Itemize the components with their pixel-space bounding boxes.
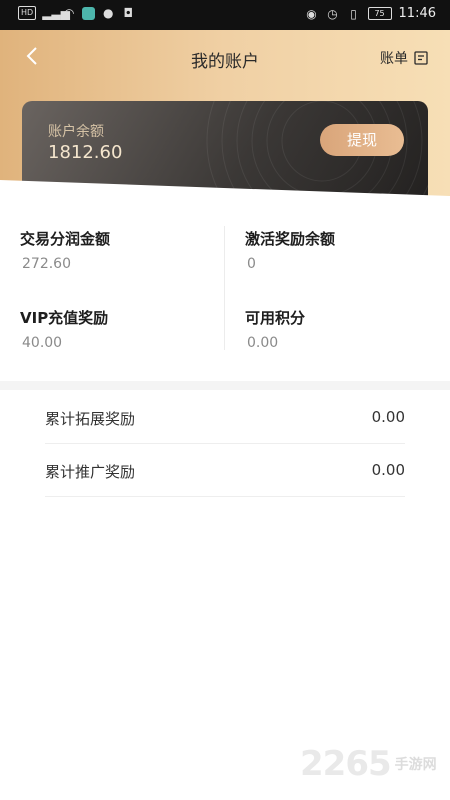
status-right: ◉ ◷ ▯ 75 11:46 [305, 6, 436, 21]
stat-title: 可用积分 [245, 309, 306, 327]
status-bar: HD ▂▃▅ ◠ ● ◘ ◉ ◷ ▯ 75 11:46 [0, 0, 450, 30]
hd-badge: HD [18, 6, 37, 20]
stat-title: VIP充值奖励 [20, 309, 109, 327]
signal-icon: ▂▃▅ [42, 6, 70, 20]
wifi-icon: ◠ [63, 6, 75, 20]
withdraw-button[interactable]: 提现 [320, 124, 404, 156]
bill-icon [414, 51, 428, 65]
stat-trade-profit[interactable]: 交易分润金额 272.60 [20, 228, 110, 272]
stat-value: 40.00 [22, 335, 63, 351]
row-value: 0.00 [371, 408, 405, 426]
vibrate-icon: ▯ [350, 6, 357, 21]
bill-button[interactable]: 账单 [380, 48, 428, 68]
row-value: 0.00 [371, 461, 405, 479]
stat-title: 激活奖励余额 [245, 230, 336, 248]
row-label: 累计推广奖励 [45, 463, 136, 481]
stat-value: 0.00 [247, 335, 279, 351]
alarm-icon: ◷ [327, 6, 338, 21]
shield-icon: ◘ [123, 6, 133, 20]
stat-vip-recharge[interactable]: VIP充值奖励 40.00 [20, 307, 108, 351]
section-divider [0, 381, 450, 390]
bill-label: 账单 [380, 51, 408, 67]
stat-title: 交易分润金额 [20, 230, 111, 248]
stat-value: 0 [247, 256, 256, 272]
clock-time: 11:46 [398, 6, 436, 21]
list-item[interactable]: 累计拓展奖励 0.00 [45, 391, 405, 444]
eye-icon: ◉ [306, 6, 317, 21]
status-left: HD ▂▃▅ ◠ ● ◘ [18, 6, 135, 20]
row-label: 累计拓展奖励 [45, 410, 136, 428]
panel-edge [0, 180, 450, 210]
app-notification-icon [82, 6, 96, 20]
watermark: 2265 手游网 [300, 744, 437, 784]
balance-value: 1812.60 [48, 142, 123, 163]
chat-icon: ● [102, 6, 114, 20]
grid-divider [224, 226, 225, 350]
watermark-text: 手游网 [394, 757, 437, 773]
list-item[interactable]: 累计推广奖励 0.00 [45, 444, 405, 497]
stat-available-points[interactable]: 可用积分 0.00 [245, 307, 305, 351]
battery-icon: 75 [367, 7, 392, 20]
balance-label: 账户余额 [48, 124, 104, 140]
stat-activation-reward[interactable]: 激活奖励余额 0 [245, 228, 335, 272]
watermark-number: 2265 [300, 744, 392, 784]
stat-value: 272.60 [22, 256, 71, 272]
